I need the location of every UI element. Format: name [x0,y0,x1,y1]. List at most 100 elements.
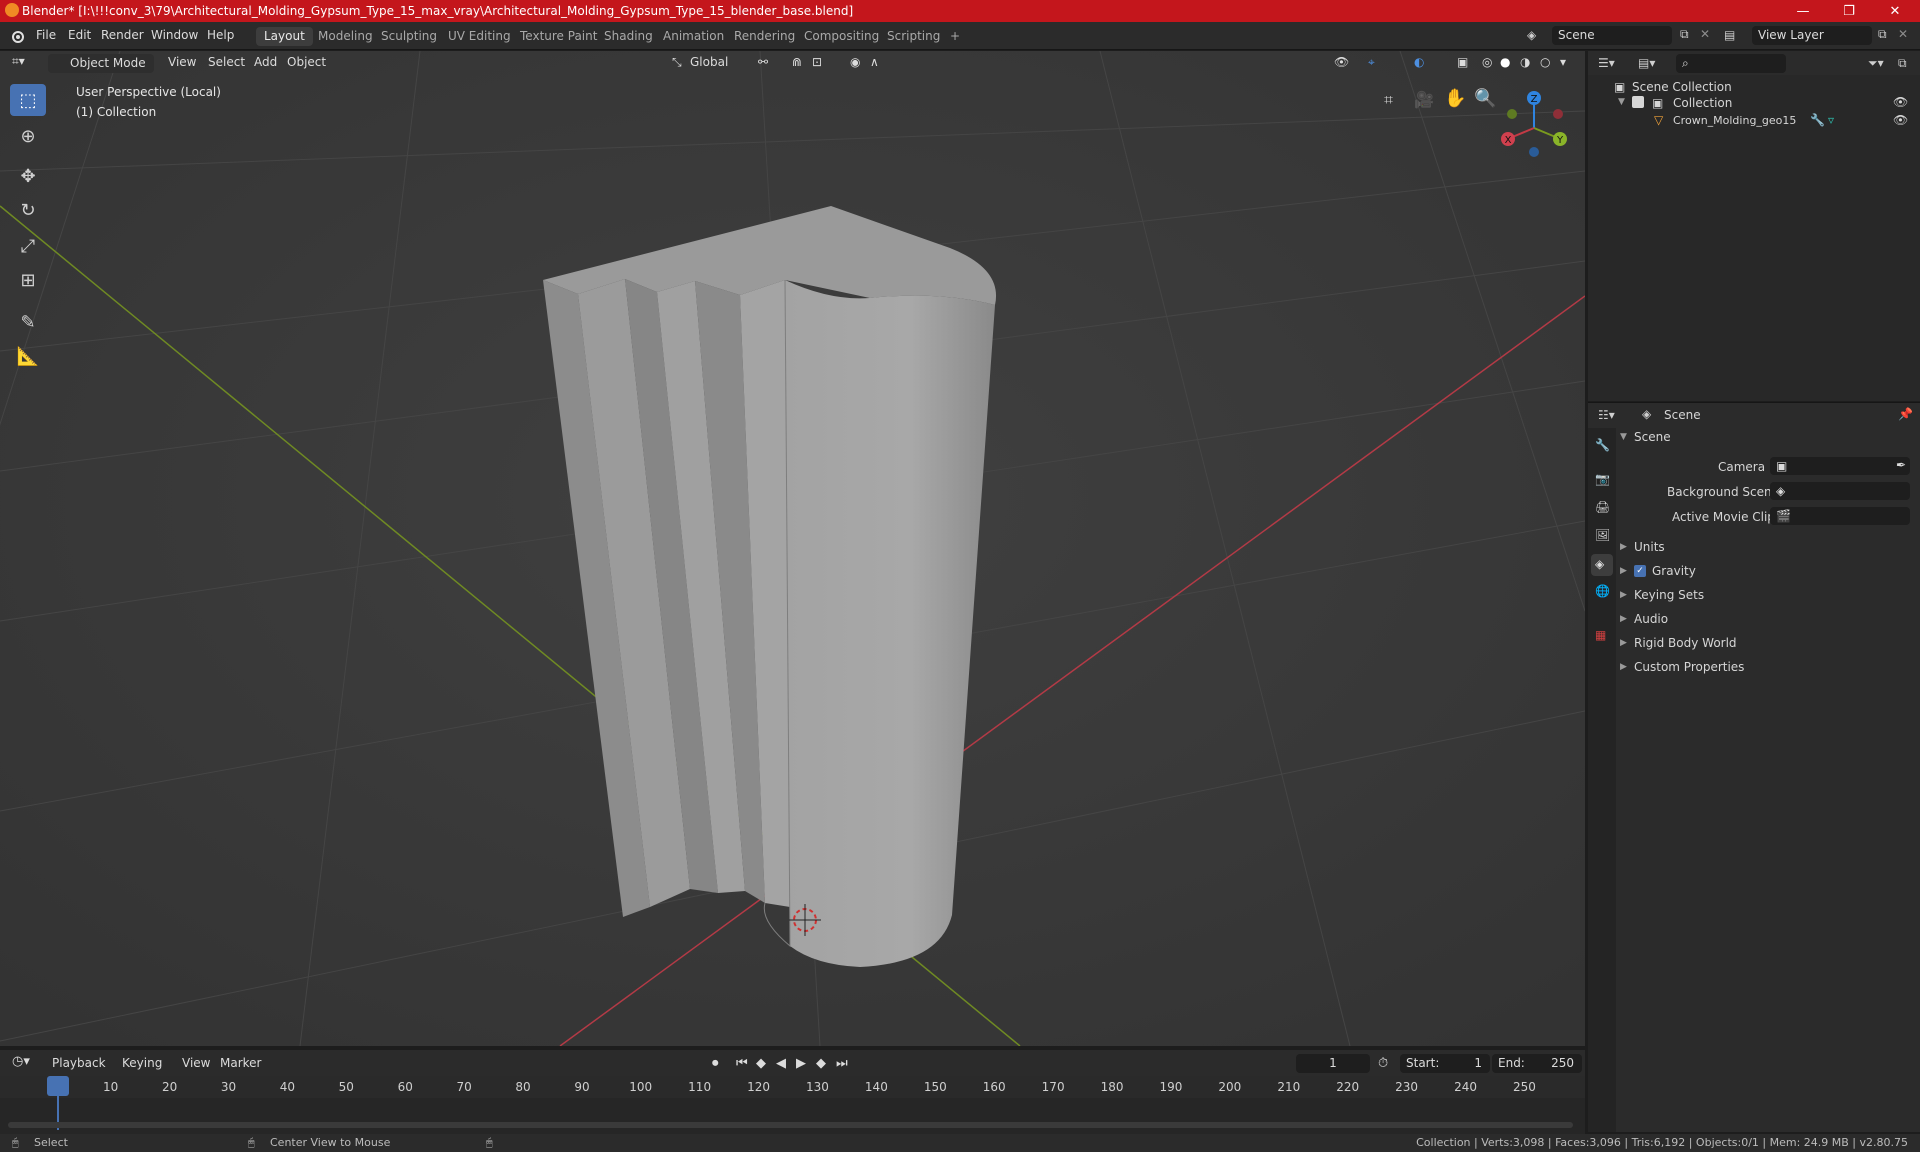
pin-icon[interactable]: 📌 [1898,407,1913,421]
3d-viewport[interactable] [0,51,1585,1046]
select-box-tool-icon[interactable]: ⬚ [10,84,46,116]
timeline-view-menu[interactable]: View [182,1056,210,1070]
material-shading-icon[interactable]: ◑ [1520,55,1530,69]
menu-window[interactable]: Window [151,28,198,42]
play-button[interactable]: ▶ [796,1056,806,1071]
rotate-tool-icon[interactable]: ↻ [10,194,46,226]
rendered-shading-icon[interactable]: ○ [1540,55,1550,69]
scene-field[interactable]: Scene [1552,26,1672,45]
texture-tab-icon[interactable]: ▦ [1595,628,1606,642]
copy-scene-icon[interactable]: ⧉ [1680,27,1689,42]
grid-view-icon[interactable]: ⌗ [1384,90,1393,110]
snap-target-icon[interactable]: ⊡ [812,55,822,69]
timeline-area[interactable]: 1102030405060708090100110120130140150160… [0,1076,1585,1134]
marker-menu[interactable]: Marker [220,1056,261,1070]
object-mode-dropdown[interactable]: Object Mode [48,54,154,73]
blender-menu-icon[interactable] [10,28,26,44]
tab-rendering[interactable]: Rendering [726,27,803,46]
tab-layout[interactable]: Layout [256,27,313,46]
tab-uv-editing[interactable]: UV Editing [440,27,519,46]
tab-compositing[interactable]: Compositing [796,27,887,46]
maximize-button[interactable]: ❐ [1826,0,1872,22]
xray-icon[interactable]: ▣ [1457,55,1468,69]
tab-scripting[interactable]: Scripting [879,27,948,46]
move-tool-icon[interactable]: ✥ [10,160,46,192]
remove-view-layer-icon[interactable]: ✕ [1898,27,1908,41]
scene-panel-header[interactable]: ▼ Scene [1620,426,1916,448]
properties-editor-icon[interactable]: ☷▾ [1598,408,1615,422]
viewport-menu-object[interactable]: Object [287,55,326,69]
pivot-icon[interactable]: ⚯ [758,55,768,69]
camera-view-icon[interactable]: 🎥 [1414,90,1434,109]
pan-hand-icon[interactable]: ✋ [1444,88,1466,109]
transform-tool-icon[interactable]: ⊞ [10,264,46,296]
viewport-menu-add[interactable]: Add [254,55,277,69]
output-tab-icon[interactable]: 🖨 [1595,500,1610,514]
tool-tab-icon[interactable]: 🔧 [1595,438,1610,452]
modifier-icon[interactable]: 🔧 [1810,113,1825,127]
gizmo-toggle-icon[interactable]: ⌖ [1368,55,1375,70]
copy-view-layer-icon[interactable]: ⧉ [1878,27,1887,42]
frame-ruler[interactable]: 1102030405060708090100110120130140150160… [0,1076,1585,1098]
prev-keyframe-button[interactable]: ◆ [756,1056,766,1071]
world-tab-icon[interactable]: 🌐 [1595,584,1610,598]
record-button[interactable]: ⏺ [712,1056,719,1071]
timeline-scrollbar[interactable] [8,1122,1573,1128]
navigation-gizmo[interactable]: Z Y X [1494,86,1574,166]
view-layer-field[interactable]: View Layer [1752,26,1872,45]
cursor-tool-icon[interactable]: ⊕ [10,120,46,152]
overlay-toggle-icon[interactable]: ◐ [1414,55,1424,69]
render-tab-icon[interactable]: 📷 [1595,472,1610,486]
playback-menu[interactable]: Playback [52,1056,106,1070]
visibility-icon[interactable]: 👁 [1334,55,1349,69]
annotate-tool-icon[interactable]: ✎ [10,306,46,338]
next-keyframe-button[interactable]: ◆ [816,1056,826,1071]
menu-edit[interactable]: Edit [68,28,91,42]
snap-icon[interactable]: ⋒ [792,55,802,69]
tab-animation[interactable]: Animation [655,27,732,46]
orientation-dropdown[interactable]: Global [690,55,728,69]
active-movie-clip-field[interactable]: 🎬 [1770,507,1910,525]
scale-tool-icon[interactable]: ⤢ [10,230,46,262]
background-scene-field[interactable]: ◈ [1770,482,1910,500]
tab-shading[interactable]: Shading [596,27,661,46]
neg-x-axis-handle[interactable] [1553,109,1563,119]
minimize-button[interactable]: — [1780,0,1826,22]
outliner-collection[interactable]: Collection [1673,96,1732,110]
jump-end-button[interactable]: ⏭ [836,1056,848,1071]
menu-file[interactable]: File [36,28,56,42]
neg-z-axis-handle[interactable] [1529,147,1539,157]
close-button[interactable]: ✕ [1872,0,1918,22]
measure-tool-icon[interactable]: 📐 [10,340,46,372]
shading-options-icon[interactable]: ▾ [1560,55,1566,69]
solid-shading-icon[interactable]: ● [1500,55,1510,69]
keying-sets-panel-header[interactable]: ▶ Keying Sets [1620,584,1916,606]
rigid-body-world-panel-header[interactable]: ▶ Rigid Body World [1620,632,1916,654]
gravity-checkbox[interactable]: ✓ [1634,565,1646,577]
object-visibility-icon[interactable]: 👁 [1893,113,1908,127]
tab-sculpting[interactable]: Sculpting [373,27,445,46]
collection-checkbox[interactable] [1632,96,1644,108]
play-reverse-button[interactable]: ◀ [776,1056,786,1071]
camera-field[interactable]: ▣ ✒ [1770,457,1910,475]
playhead-marker[interactable] [47,1076,69,1096]
audio-panel-header[interactable]: ▶ Audio [1620,608,1916,630]
viewport-menu-select[interactable]: Select [208,55,245,69]
keying-menu[interactable]: Keying [122,1056,162,1070]
neg-y-axis-handle[interactable] [1507,109,1517,119]
units-panel-header[interactable]: ▶ Units [1620,536,1916,558]
falloff-icon[interactable]: ∧ [870,55,879,69]
add-workspace-button[interactable]: + [942,27,968,46]
collection-visibility-icon[interactable]: 👁 [1893,95,1908,109]
viewport-menu-view[interactable]: View [168,55,196,69]
mesh-data-icon[interactable]: ▿ [1828,113,1834,127]
menu-render[interactable]: Render [101,28,144,42]
collection-expand-icon[interactable]: ▼ [1618,97,1625,107]
preview-range-icon[interactable]: ⏱ [1378,1056,1388,1071]
eyedropper-icon[interactable]: ✒ [1896,458,1906,472]
scene-tab-icon[interactable]: ◈ [1591,554,1613,576]
remove-scene-icon[interactable]: ✕ [1700,27,1710,41]
outliner-object[interactable]: Crown_Molding_geo15 [1673,114,1796,127]
gravity-panel-header[interactable]: ▶ ✓ Gravity [1620,560,1916,582]
end-frame-field[interactable]: End: 250 [1492,1054,1582,1073]
